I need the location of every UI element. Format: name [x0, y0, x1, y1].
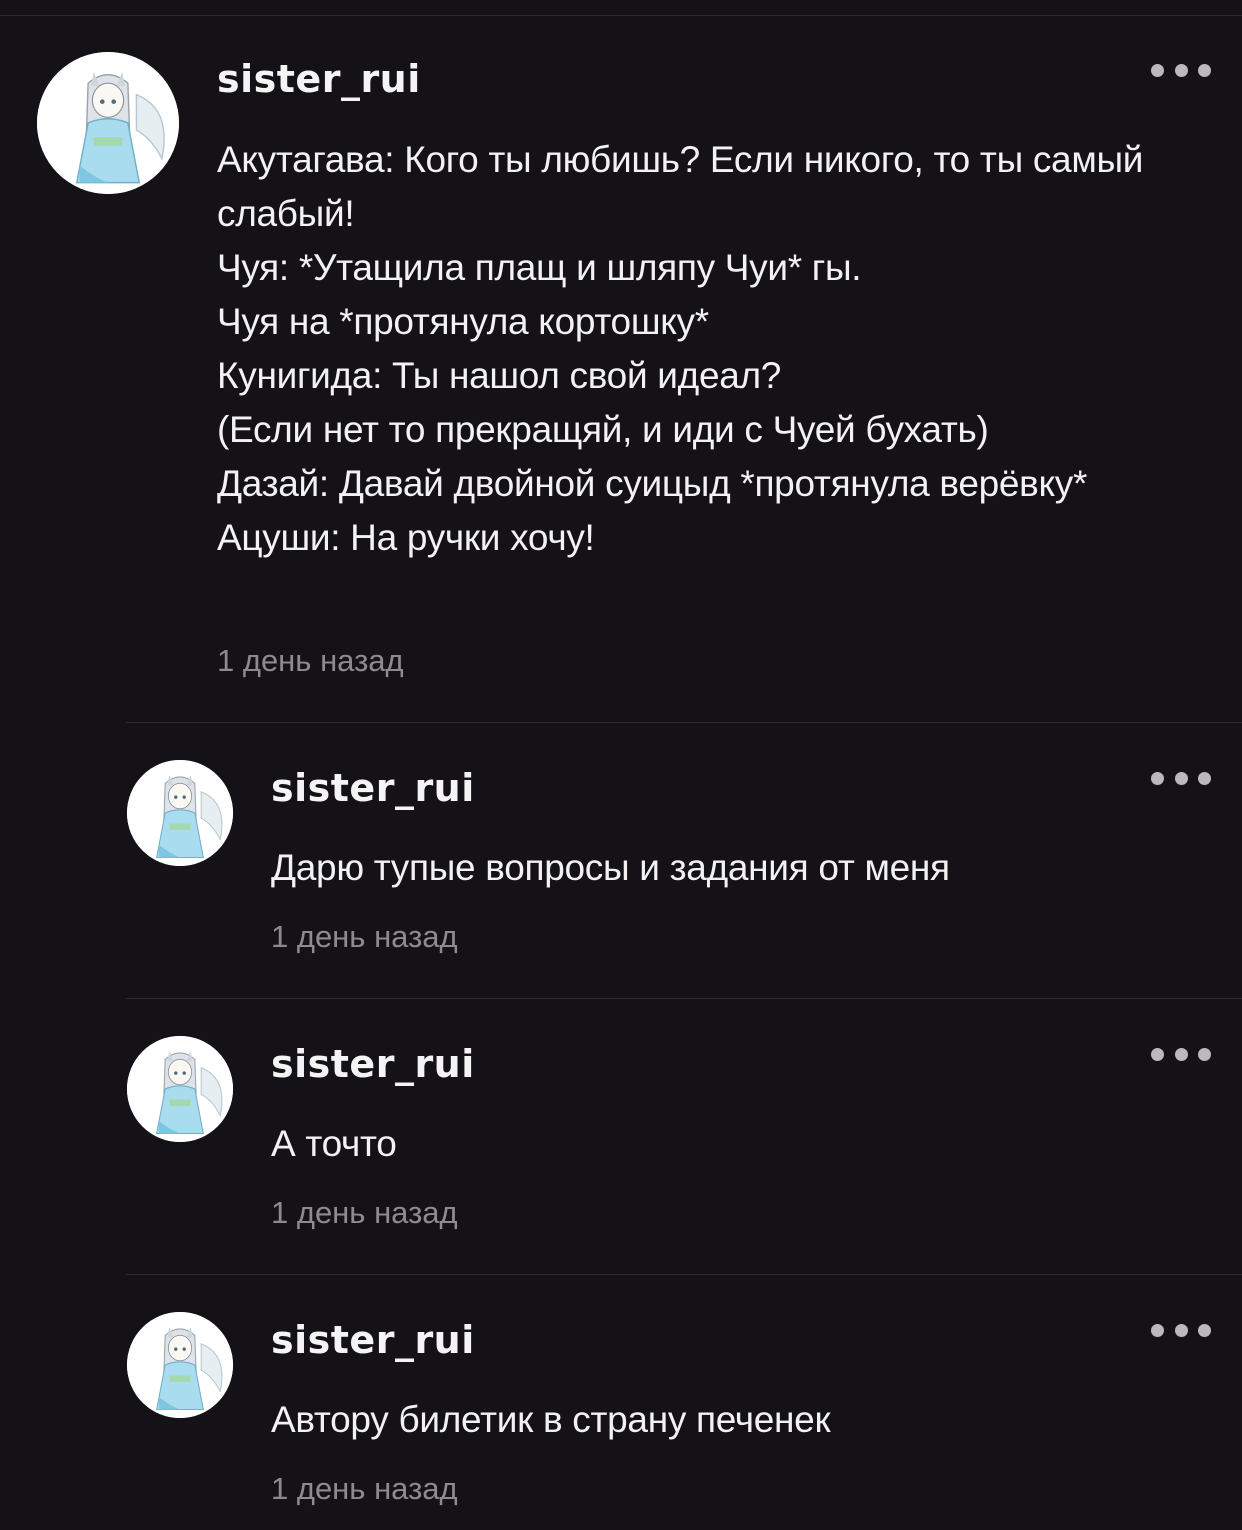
avatar[interactable]	[127, 760, 233, 866]
comment-text: Акутагава: Кого ты любишь? Если никого, …	[217, 139, 1144, 558]
anime-fox-girl-avatar-icon	[127, 760, 233, 866]
username[interactable]: sister_rui	[271, 1042, 475, 1086]
divider	[126, 722, 1242, 723]
timestamp: 1 день назад	[271, 1471, 458, 1506]
timestamp: 1 день назад	[217, 643, 404, 678]
avatar[interactable]	[127, 1036, 233, 1142]
username[interactable]: sister_rui	[217, 57, 421, 101]
more-options-button[interactable]	[1151, 766, 1211, 790]
ellipsis-icon	[1151, 1047, 1164, 1061]
comment-text: Дарю тупые вопросы и задания от меня	[271, 847, 950, 888]
anime-fox-girl-avatar-icon	[127, 1036, 233, 1142]
top-divider	[0, 15, 1242, 16]
ellipsis-icon	[1151, 771, 1164, 785]
comment-text: Автору билетик в страну печенек	[271, 1399, 831, 1440]
username[interactable]: sister_rui	[271, 766, 475, 810]
ellipsis-icon	[1151, 1323, 1164, 1337]
avatar[interactable]	[127, 1312, 233, 1418]
timestamp: 1 день назад	[271, 919, 458, 954]
more-options-button[interactable]	[1151, 1318, 1211, 1342]
more-options-button[interactable]	[1151, 58, 1211, 82]
username[interactable]: sister_rui	[271, 1318, 475, 1362]
more-options-button[interactable]	[1151, 1042, 1211, 1066]
divider	[126, 1274, 1242, 1275]
anime-fox-girl-avatar-icon	[37, 52, 179, 194]
comment-text: А точто	[271, 1123, 397, 1164]
ellipsis-icon	[1151, 63, 1164, 77]
anime-fox-girl-avatar-icon	[127, 1312, 233, 1418]
avatar[interactable]	[37, 52, 179, 194]
timestamp: 1 день назад	[271, 1195, 458, 1230]
divider	[126, 998, 1242, 999]
